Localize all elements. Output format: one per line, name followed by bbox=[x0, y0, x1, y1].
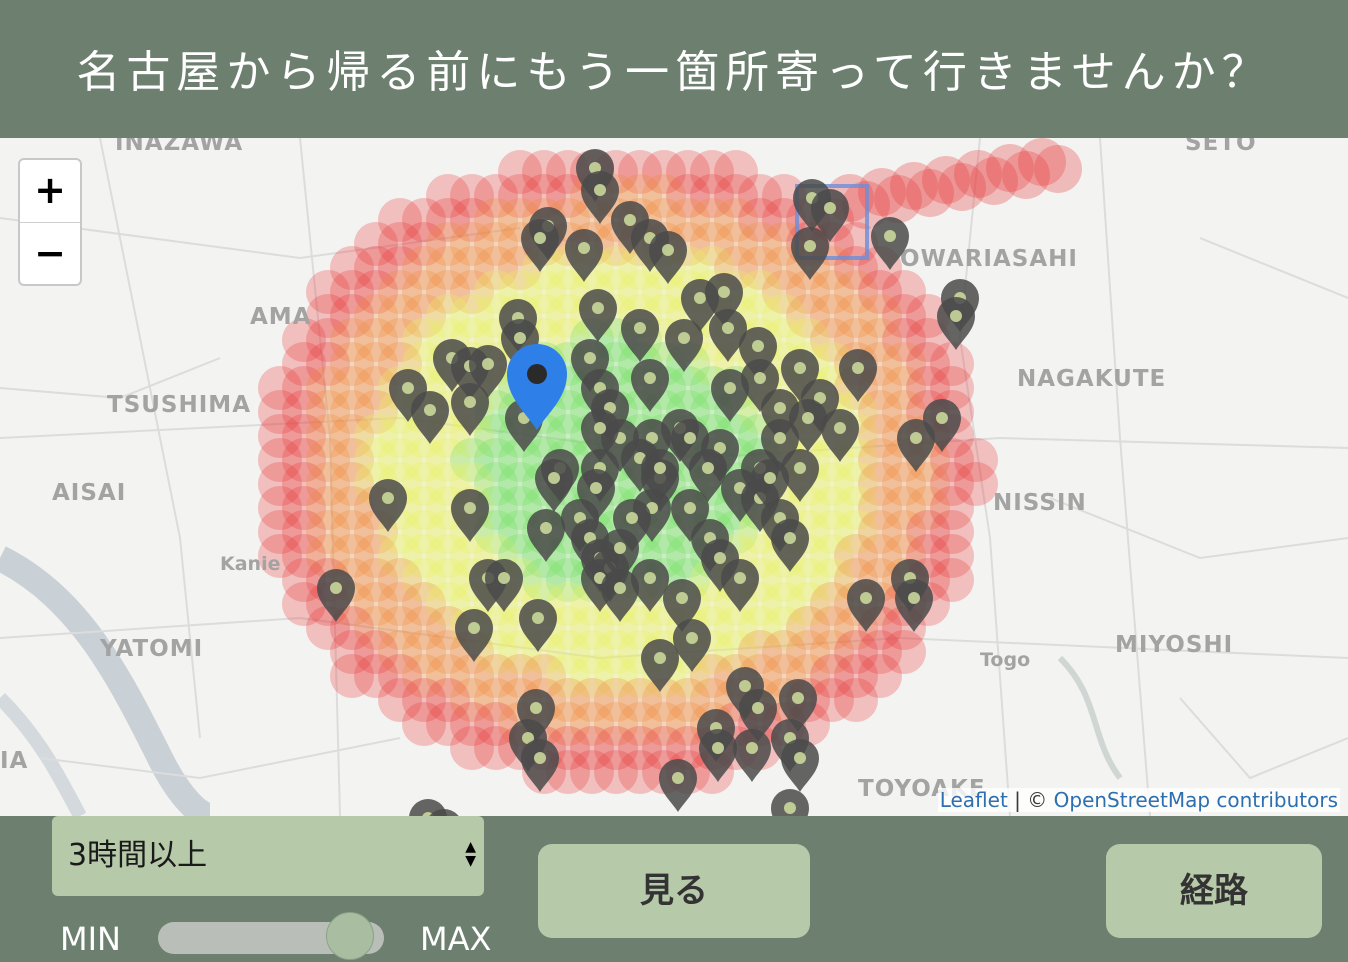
place-label: OWARIASAHI bbox=[900, 246, 1078, 272]
controls-panel: 3時間以上 ▲ ▼ MIN MAX 見る 経路 bbox=[0, 816, 1348, 962]
map-attribution: Leaflet | © OpenStreetMap contributors bbox=[937, 788, 1340, 812]
map-canvas[interactable]: INAZAWA SETO OWARIASAHI AMA TSUSHIMA NAG… bbox=[0, 138, 1348, 816]
place-label: NAGAKUTE bbox=[1017, 366, 1166, 392]
map[interactable]: INAZAWA SETO OWARIASAHI AMA TSUSHIMA NAG… bbox=[0, 138, 1348, 816]
see-button[interactable]: 見る bbox=[538, 844, 810, 938]
place-marker-icon[interactable] bbox=[733, 729, 771, 782]
place-label: Togo bbox=[980, 649, 1030, 671]
range-slider-thumb[interactable] bbox=[326, 912, 375, 960]
duration-select-value: 3時間以上 bbox=[68, 838, 208, 873]
place-label: INAZAWA bbox=[115, 138, 243, 156]
place-marker-icon[interactable] bbox=[781, 739, 819, 792]
place-label: IA bbox=[0, 748, 28, 774]
heat-cell bbox=[834, 678, 878, 722]
place-label: SETO bbox=[1185, 138, 1257, 156]
place-label: AISAI bbox=[52, 480, 126, 506]
header: 名古屋から帰る前にもう一箇所寄って行きませんか？ bbox=[0, 0, 1348, 138]
page-title: 名古屋から帰る前にもう一箇所寄って行きませんか？ bbox=[76, 47, 1272, 98]
place-label: TSUSHIMA bbox=[107, 392, 251, 418]
zoom-in-button[interactable]: + bbox=[20, 160, 80, 223]
select-arrows-icon: ▲ ▼ bbox=[465, 839, 476, 869]
leaflet-link[interactable]: Leaflet bbox=[940, 788, 1008, 812]
place-label: MIYOSHI bbox=[1115, 632, 1233, 658]
place-marker-icon[interactable] bbox=[771, 789, 809, 816]
place-label: YATOMI bbox=[99, 636, 203, 662]
slider-max-label: MAX bbox=[420, 920, 492, 958]
slider-min-label: MIN bbox=[60, 920, 121, 958]
zoom-control: + − bbox=[18, 158, 82, 286]
place-label: AMA bbox=[250, 304, 312, 330]
place-label: NISSIN bbox=[993, 490, 1087, 516]
duration-select[interactable]: 3時間以上 ▲ ▼ bbox=[52, 816, 484, 896]
attribution-separator: | © bbox=[1007, 788, 1054, 812]
route-button[interactable]: 経路 bbox=[1106, 844, 1322, 938]
zoom-out-button[interactable]: − bbox=[20, 223, 80, 285]
osm-link[interactable]: OpenStreetMap contributors bbox=[1054, 788, 1338, 812]
place-label: Kanie bbox=[220, 553, 280, 575]
heat-cell bbox=[1034, 145, 1082, 193]
place-marker-icon[interactable] bbox=[659, 759, 697, 812]
